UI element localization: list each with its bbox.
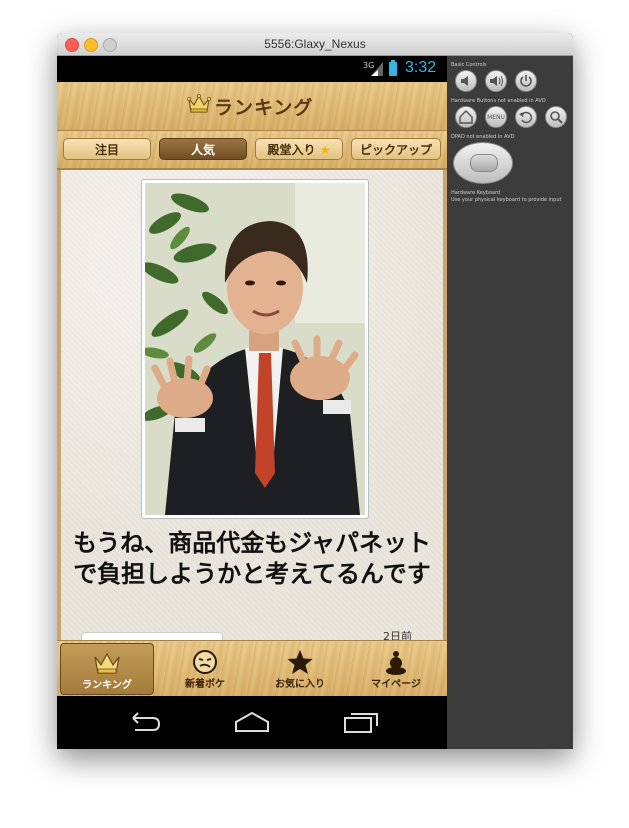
recent-apps-icon[interactable]	[341, 710, 381, 734]
nav-item-mypage[interactable]: マイページ	[349, 643, 443, 695]
post-card: もうね、商品代金もジャパネットで負担しようかと考えてるんです 2日前	[57, 170, 447, 643]
post-caption: もうね、商品代金もジャパネットで負担しようかと考えてるんです	[72, 529, 432, 588]
tab-pickup[interactable]: ピックアップ	[351, 138, 441, 160]
emulator-controls: Basic Controls Hardware Buttons not enab…	[447, 56, 573, 749]
app-header: ランキング	[57, 82, 447, 131]
search-icon	[550, 111, 563, 124]
home-icon[interactable]	[232, 710, 272, 734]
volume-down-icon	[461, 76, 468, 86]
nav-item-new-boke[interactable]: 新着ボケ	[158, 643, 252, 695]
nav-label: ランキング	[82, 680, 132, 691]
tab-hall-of-fame[interactable]: 殿堂入り ★	[255, 138, 343, 160]
system-nav-bar	[57, 696, 447, 749]
back-icon	[519, 111, 532, 124]
emulator-window: 5556:Glaxy_Nexus 3G 3:32 ランキング 注目 人気 殿堂入…	[57, 33, 573, 749]
keyboard-subtitle: Use your physical keyboard to provide in…	[451, 197, 562, 203]
hardware-buttons-title: Hardware Buttons not enabled in AVD	[451, 98, 546, 104]
power-button[interactable]	[515, 70, 537, 92]
bottom-nav: ランキング 新着ボケ お気に入り マイページ	[57, 640, 447, 697]
face-icon	[193, 650, 217, 674]
nav-label: マイページ	[371, 679, 421, 690]
back-icon[interactable]	[123, 710, 163, 734]
back-hw-button[interactable]	[515, 106, 537, 128]
app-area: ランキング 注目 人気 殿堂入り ★ ピックアップ もうね、商品代金もジャパネッ…	[57, 82, 447, 697]
search-hw-button[interactable]	[545, 106, 567, 128]
menu-hw-button[interactable]: MENU	[485, 106, 507, 128]
star-icon	[287, 650, 313, 674]
tab-label: ピックアップ	[359, 143, 432, 157]
battery-icon	[389, 60, 397, 76]
basic-controls-title: Basic Controls	[451, 62, 487, 68]
home-hw-button[interactable]	[455, 106, 477, 128]
man-photo-image	[145, 183, 365, 515]
signal-icon	[371, 62, 383, 76]
tab-strip: 注目 人気 殿堂入り ★ ピックアップ	[57, 131, 447, 170]
volume-up-button[interactable]	[485, 70, 507, 92]
nav-item-favorites[interactable]: お気に入り	[253, 643, 347, 695]
home-icon	[459, 110, 473, 124]
menu-label: MENU	[487, 114, 505, 121]
window-title: 5556:Glaxy_Nexus	[264, 37, 366, 51]
volume-down-button[interactable]	[455, 70, 477, 92]
tab-attention[interactable]: 注目	[63, 138, 151, 160]
dpad-title: DPAD not enabled in AVD	[451, 134, 515, 140]
nav-label: お気に入り	[275, 679, 325, 690]
crown-icon	[187, 94, 211, 113]
crown-icon	[94, 652, 120, 674]
status-bar: 3G 3:32	[57, 56, 447, 82]
volume-up-icon	[490, 75, 503, 87]
window-titlebar: 5556:Glaxy_Nexus	[57, 33, 573, 56]
phone-screen: 3G 3:32 ランキング 注目 人気 殿堂入り ★ ピックアップ もうね、商品…	[57, 56, 447, 749]
tab-popular[interactable]: 人気	[159, 138, 247, 160]
page-title: ランキング	[214, 97, 314, 119]
star-icon: ★	[319, 143, 331, 157]
dpad-control[interactable]	[453, 142, 513, 184]
post-photo[interactable]	[141, 179, 369, 519]
tab-label: 殿堂入り	[267, 143, 316, 157]
dpad-center-button[interactable]	[470, 154, 498, 172]
keyboard-title: Hardware Keyboard	[451, 190, 501, 196]
tab-label: 注目	[94, 143, 119, 157]
status-clock: 3:32	[405, 59, 437, 76]
nav-label: 新着ボケ	[185, 679, 225, 690]
power-icon	[520, 75, 532, 87]
tab-label: 人気	[190, 143, 215, 157]
nav-item-ranking[interactable]: ランキング	[60, 643, 154, 695]
person-icon	[386, 651, 406, 675]
